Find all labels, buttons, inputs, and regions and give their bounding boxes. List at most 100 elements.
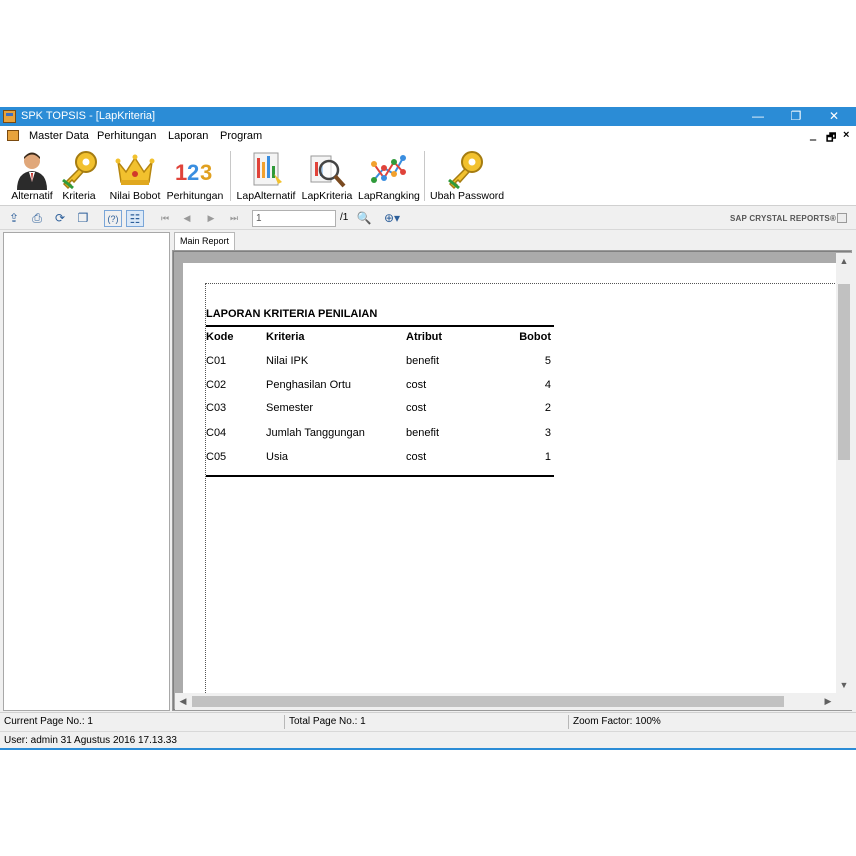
- toolbar-label: LapAlternatif: [236, 190, 296, 202]
- main-toolbar: Alternatif Kriteria Nilai Bobot 1 2 3 Pe…: [0, 146, 856, 206]
- toolbar-label: Ubah Password: [430, 190, 505, 202]
- mdi-close-button[interactable]: ×: [843, 129, 849, 141]
- first-page-icon[interactable]: ⏮: [156, 210, 174, 227]
- toolbar-lapkriteria-button[interactable]: LapKriteria: [300, 146, 354, 206]
- toolbar-kriteria-button[interactable]: Kriteria: [58, 146, 100, 206]
- toolbar-ubah-password-button[interactable]: Ubah Password: [430, 146, 505, 206]
- mdi-child-icon: [7, 130, 19, 141]
- menu-laporan[interactable]: Laporan: [168, 130, 208, 142]
- menu-bar: Master Data Perhitungan Laporan Program …: [0, 126, 856, 146]
- prev-page-icon[interactable]: ◀: [178, 210, 196, 227]
- svg-text:3: 3: [200, 160, 212, 185]
- cell-kode: C02: [206, 379, 227, 391]
- table-header: Kode Kriteria Atribut Bobot: [206, 331, 554, 351]
- toolbar-alternatif-button[interactable]: Alternatif: [8, 146, 56, 206]
- toolbar-label: Kriteria: [62, 190, 96, 202]
- window-title: SPK TOPSIS - [LapKriteria]: [21, 110, 156, 122]
- next-page-icon[interactable]: ▶: [202, 210, 220, 227]
- viewer-status-bar: Current Page No.: 1 Total Page No.: 1 Zo…: [0, 712, 856, 730]
- table-bottom-rule: [206, 475, 554, 477]
- cell-atribut: benefit: [406, 355, 440, 367]
- cell-kode: C03: [206, 402, 227, 414]
- cell-bobot: 3: [544, 427, 551, 439]
- mdi-minimize-button[interactable]: ‗: [810, 129, 816, 141]
- cell-kode: C05: [206, 451, 227, 463]
- vertical-scroll-thumb[interactable]: [838, 284, 850, 460]
- cell-kode: C01: [206, 355, 227, 367]
- toolbar-label: LapRangking: [358, 190, 420, 202]
- network-chart-icon: [371, 155, 406, 183]
- scroll-down-icon[interactable]: ▼: [836, 677, 852, 693]
- toolbar-separator: [230, 151, 231, 201]
- user-status-bar: User: admin 31 Agustus 2016 17.13.33: [0, 731, 856, 749]
- cell-bobot: 2: [544, 402, 551, 414]
- page-total-label: /1: [340, 212, 349, 223]
- crown-icon: [115, 154, 155, 185]
- menu-master-data[interactable]: Master Data: [29, 130, 89, 142]
- help-icon[interactable]: (?): [104, 210, 122, 227]
- zoom-icon[interactable]: ⊕▾: [379, 210, 405, 227]
- scrollbar-corner: [836, 693, 852, 710]
- print-icon[interactable]: ⎙: [28, 210, 46, 227]
- window-bottom-border: [0, 748, 856, 750]
- cell-atribut: benefit: [406, 427, 440, 439]
- crystal-reports-brand: SAP CRYSTAL REPORTS®: [730, 214, 837, 223]
- key-icon: [62, 151, 97, 190]
- group-tree-panel[interactable]: [3, 232, 170, 711]
- find-icon[interactable]: 🔍: [355, 210, 373, 227]
- cell-atribut: cost: [406, 379, 427, 391]
- toolbar-perhitungan-button[interactable]: 1 2 3 Perhitungan: [166, 146, 224, 206]
- cell-kriteria: Jumlah Tanggungan: [266, 427, 365, 439]
- horizontal-scrollbar[interactable]: ◀ ▶: [175, 693, 836, 710]
- toolbar-lapalternatif-button[interactable]: LapAlternatif: [236, 146, 296, 206]
- toolbar-label: LapKriteria: [301, 190, 353, 202]
- restore-button[interactable]: ❐: [777, 107, 815, 126]
- toolbar-label: Nilai Bobot: [109, 190, 161, 202]
- report-title: LAPORAN KRITERIA PENILAIAN: [206, 308, 378, 320]
- cell-atribut: cost: [406, 451, 427, 463]
- horizontal-scroll-thumb[interactable]: [192, 696, 784, 707]
- refresh-icon[interactable]: ⟳: [51, 210, 69, 227]
- cell-kriteria: Penghasilan Ortu: [266, 379, 351, 391]
- svg-text:1: 1: [175, 160, 187, 185]
- header-kode: Kode: [206, 331, 234, 343]
- table-row: C03 Semester cost 2: [206, 402, 554, 422]
- tab-main-report[interactable]: Main Report: [174, 232, 236, 250]
- menu-program[interactable]: Program: [220, 130, 262, 142]
- toolbar-separator: [424, 151, 425, 201]
- cell-kriteria: Usia: [266, 451, 289, 463]
- cell-bobot: 5: [544, 355, 551, 367]
- group-tree-icon[interactable]: ☷: [126, 210, 144, 227]
- cell-atribut: cost: [406, 402, 427, 414]
- scroll-right-icon[interactable]: ▶: [820, 693, 836, 709]
- title-bar: SPK TOPSIS - [LapKriteria] — ❐ ✕: [0, 107, 856, 126]
- scroll-left-icon[interactable]: ◀: [175, 693, 191, 709]
- viewer-close-icon[interactable]: [837, 213, 847, 223]
- header-bobot: Bobot: [519, 331, 551, 343]
- last-page-icon[interactable]: ⏭: [225, 210, 243, 227]
- close-button[interactable]: ✕: [815, 107, 853, 126]
- copy-icon[interactable]: ❐: [74, 210, 92, 227]
- header-atribut: Atribut: [406, 331, 443, 343]
- numbers-icon: 1 2 3: [175, 160, 212, 185]
- total-page-status: Total Page No.: 1: [289, 716, 366, 727]
- toolbar-label: Alternatif: [11, 190, 53, 202]
- person-icon: [17, 152, 47, 190]
- table-row: C05 Usia cost 1: [206, 451, 554, 471]
- report-chart-icon: [253, 152, 282, 186]
- vertical-scrollbar[interactable]: ▲ ▼: [836, 253, 852, 693]
- app-icon: [3, 110, 16, 123]
- scroll-up-icon[interactable]: ▲: [836, 253, 852, 269]
- cell-kriteria: Nilai IPK: [266, 355, 309, 367]
- toolbar-nilai-bobot-button[interactable]: Nilai Bobot: [108, 146, 162, 206]
- report-tab-strip: Main Report: [172, 232, 852, 250]
- toolbar-label: Perhitungan: [166, 190, 224, 202]
- minimize-button[interactable]: —: [739, 107, 777, 126]
- page-number-input[interactable]: 1: [252, 210, 336, 227]
- menu-perhitungan[interactable]: Perhitungan: [97, 130, 156, 142]
- export-icon[interactable]: ⇪: [5, 210, 23, 227]
- key-icon: [448, 151, 483, 190]
- table-row: C04 Jumlah Tanggungan benefit 3: [206, 427, 554, 447]
- cell-kode: C04: [206, 427, 227, 439]
- toolbar-laprangking-button[interactable]: LapRangking: [358, 146, 420, 206]
